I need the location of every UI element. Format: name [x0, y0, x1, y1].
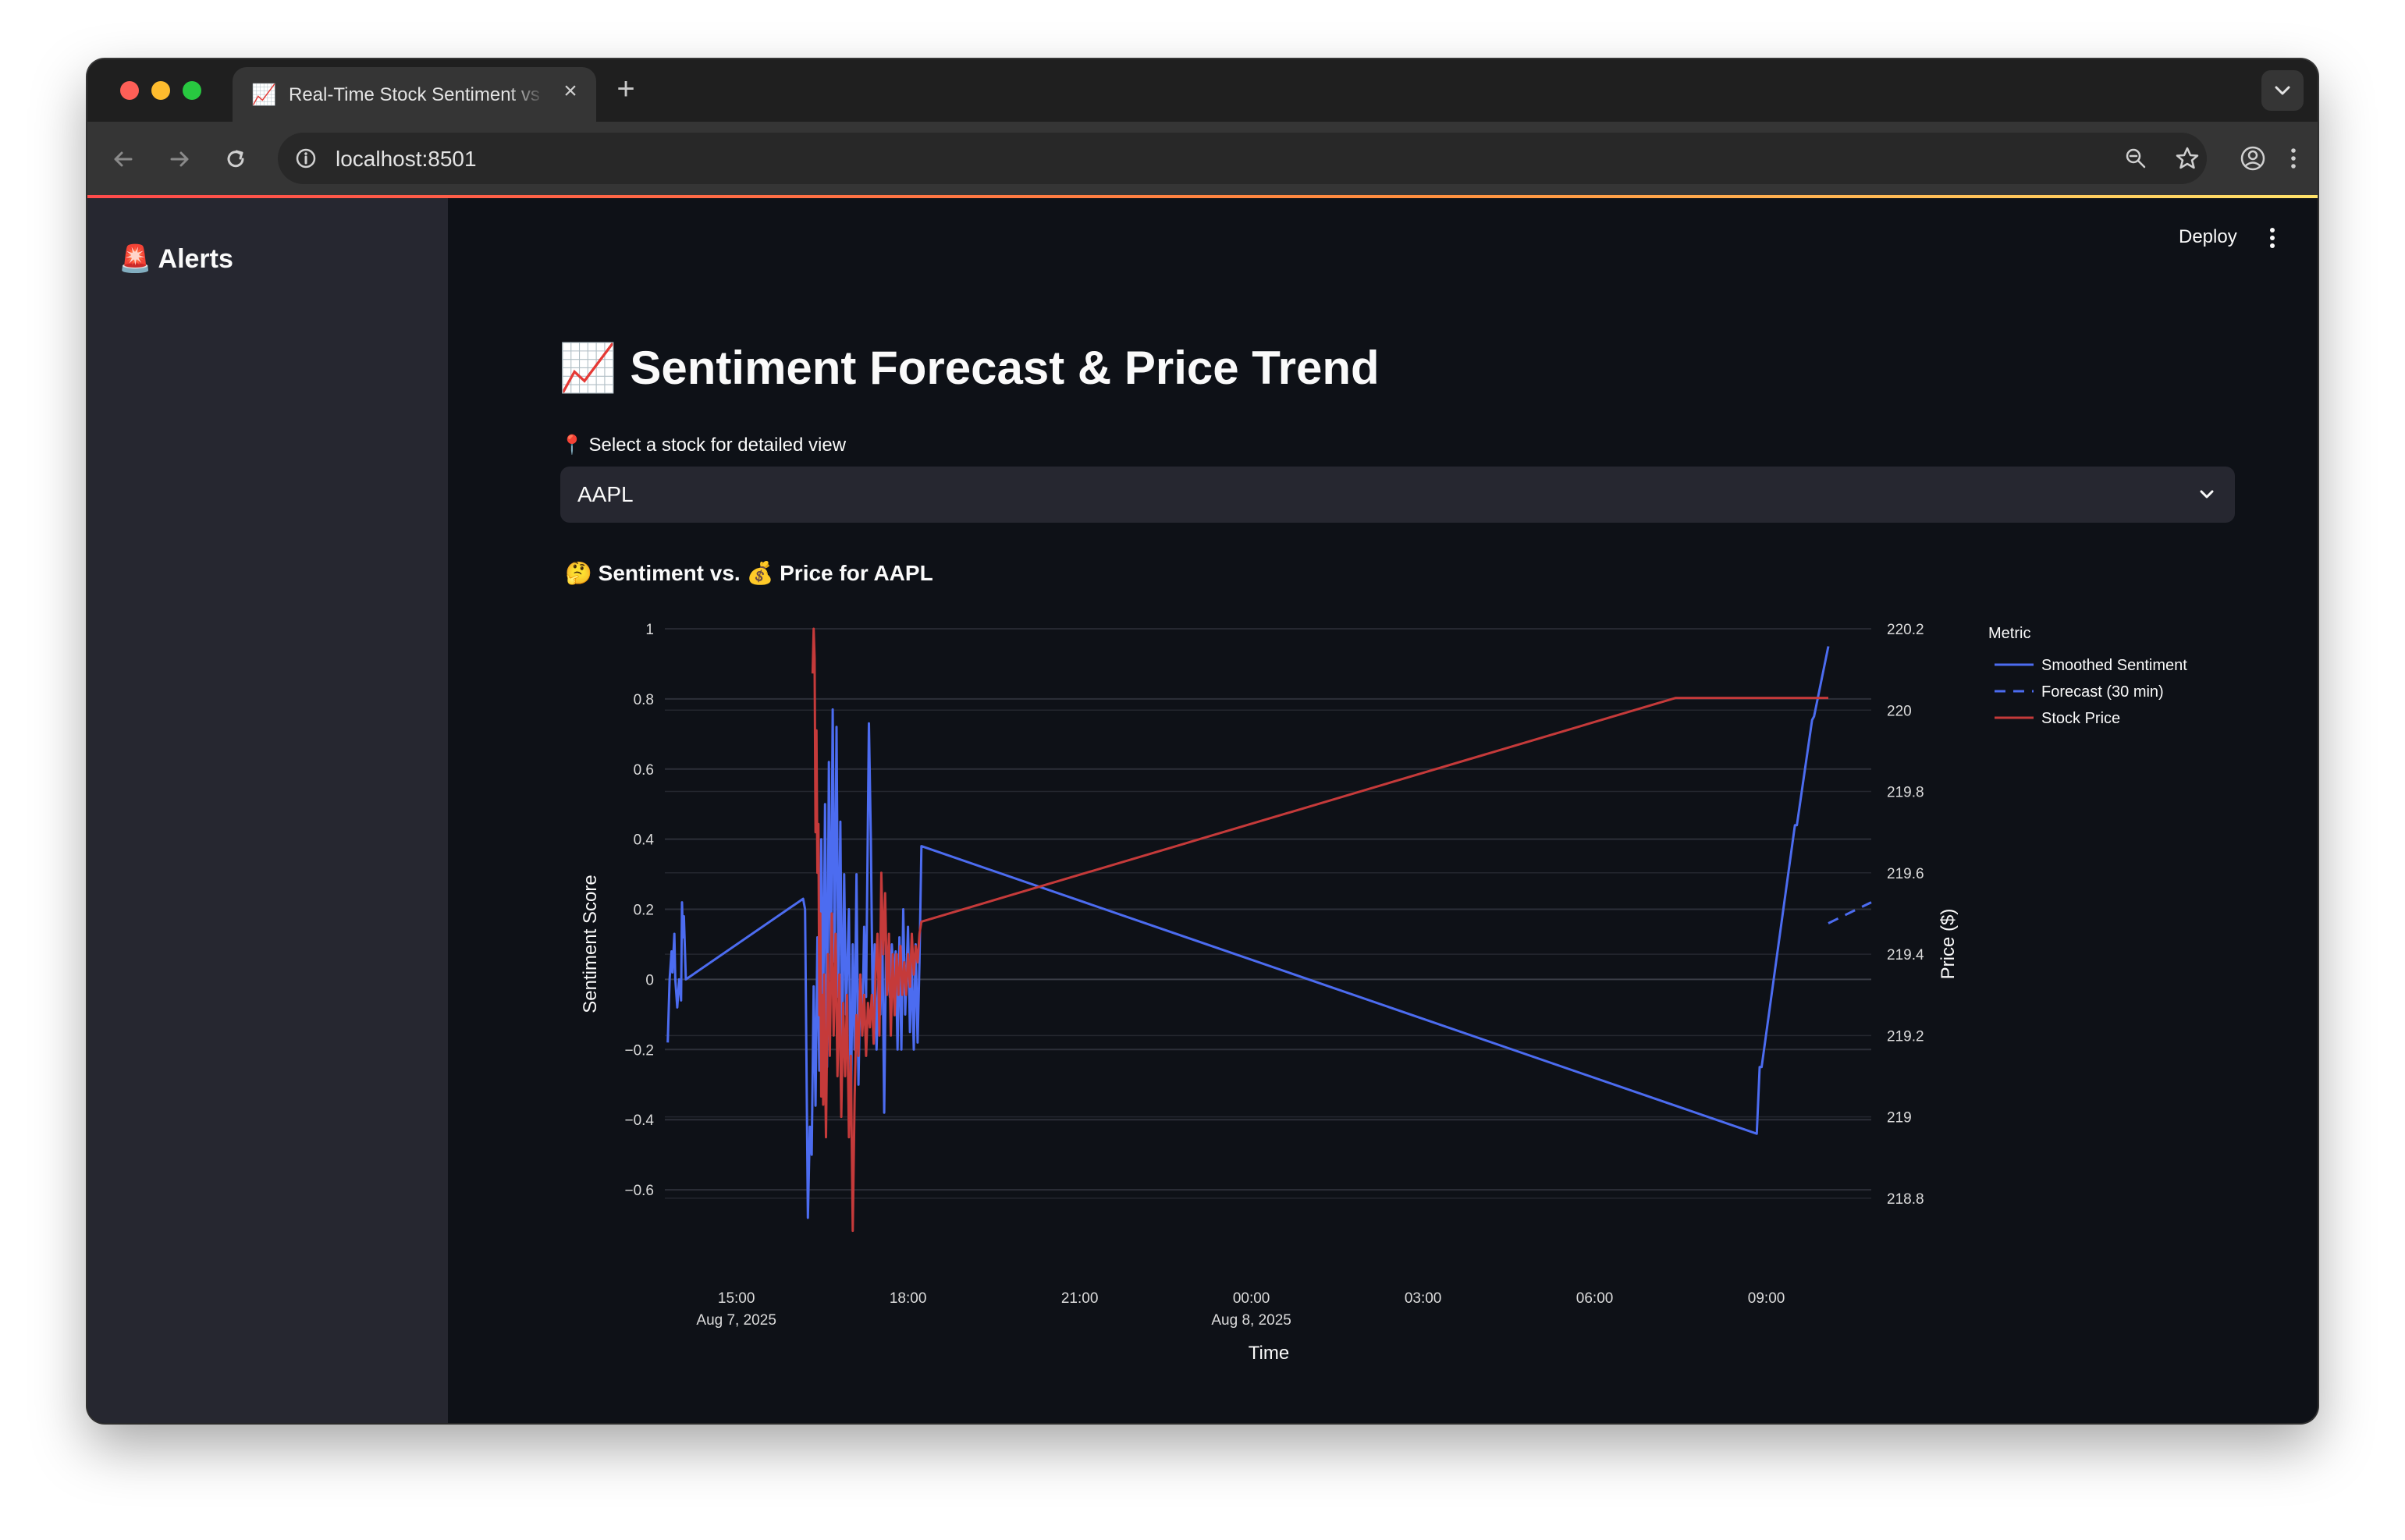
y2-tick-label: 218.8 [1887, 1191, 1924, 1208]
x-tick-date-label: Aug 8, 2025 [1211, 1312, 1291, 1329]
y2-tick-label: 219.8 [1887, 785, 1924, 801]
y2-tick-label: 220.2 [1887, 622, 1924, 638]
x-tick-date-label: Aug 7, 2025 [696, 1312, 776, 1329]
y-tick-label: 0 [645, 972, 654, 988]
x-tick-label: 18:00 [890, 1290, 927, 1307]
x-tick-label: 00:00 [1233, 1290, 1270, 1307]
y2-tick-label: 219 [1887, 1110, 1912, 1127]
legend-title: Metric [1988, 625, 2030, 642]
y-tick-label: −0.2 [624, 1042, 654, 1059]
y-axis-title: Sentiment Score [580, 875, 601, 1013]
y2-tick-label: 219.2 [1887, 1028, 1924, 1045]
y2-tick-label: 219.4 [1887, 947, 1924, 963]
x-axis-title: Time [1249, 1343, 1289, 1364]
x-tick-label: 03:00 [1405, 1290, 1442, 1307]
series-line-smoothed-sentiment [666, 646, 1830, 1219]
y-tick-label: 0.4 [634, 832, 655, 849]
y2-tick-label: 219.6 [1887, 866, 1924, 882]
y2-tick-label: 220 [1887, 703, 1912, 719]
x-tick-label: 09:00 [1748, 1290, 1785, 1307]
legend-label: Stock Price [2041, 710, 2120, 727]
x-tick-label: 21:00 [1061, 1290, 1099, 1307]
sentiment-price-chart: 1 0.8 0.6 0.4 0.2 0 −0.2 −0.4 −0.6 220.2 220 219.8 2… [580, 622, 2187, 1364]
series-line-stock-price [811, 627, 1828, 1233]
legend-label: Smoothed Sentiment [2041, 657, 2187, 674]
y-tick-label: 0.2 [634, 903, 654, 919]
legend-label: Forecast (30 min) [2041, 683, 2164, 701]
y2-axis-title: Price ($) [1938, 909, 1959, 980]
y-tick-label: 0.8 [634, 692, 654, 708]
x-tick-label: 15:00 [718, 1290, 755, 1307]
y-tick-label: 1 [645, 622, 654, 638]
y-tick-label: −0.6 [624, 1183, 654, 1199]
series-line-forecast-30-min [1828, 901, 1872, 924]
y-tick-label: 0.6 [634, 762, 654, 779]
y-tick-label: −0.4 [624, 1112, 654, 1129]
x-tick-label: 06:00 [1576, 1290, 1614, 1307]
